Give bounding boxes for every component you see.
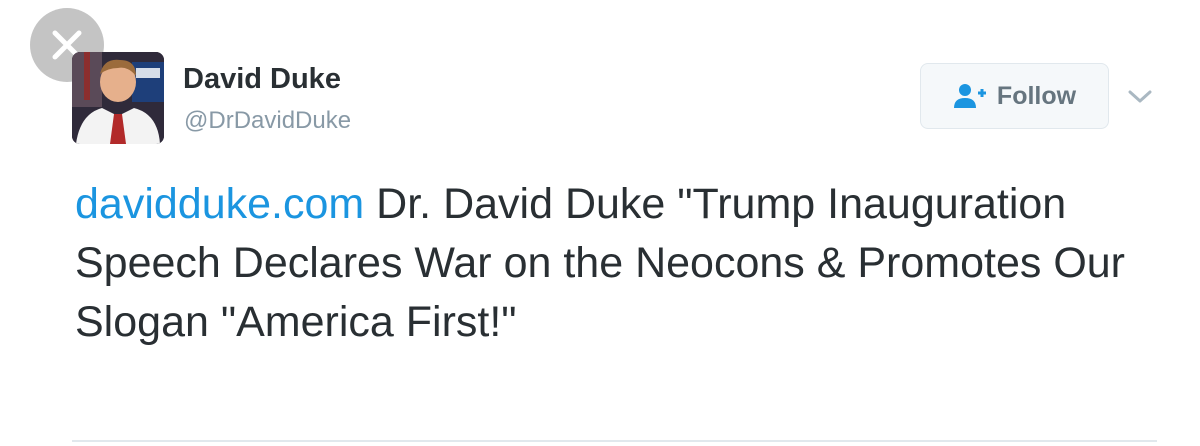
handle[interactable]: @DrDavidDuke — [184, 107, 351, 135]
display-name[interactable]: David Duke — [183, 63, 341, 96]
divider — [72, 440, 1157, 442]
avatar[interactable] — [72, 52, 164, 144]
follow-label: Follow — [996, 81, 1077, 110]
follow-user-icon — [953, 84, 986, 108]
chevron-down-icon[interactable] — [1125, 84, 1155, 108]
profile-photo — [72, 52, 164, 144]
follow-button[interactable]: Follow — [920, 63, 1109, 129]
tweet-text: davidduke.com Dr. David Duke "Trump Inau… — [75, 175, 1135, 352]
tweet-link[interactable]: davidduke.com — [75, 180, 364, 228]
